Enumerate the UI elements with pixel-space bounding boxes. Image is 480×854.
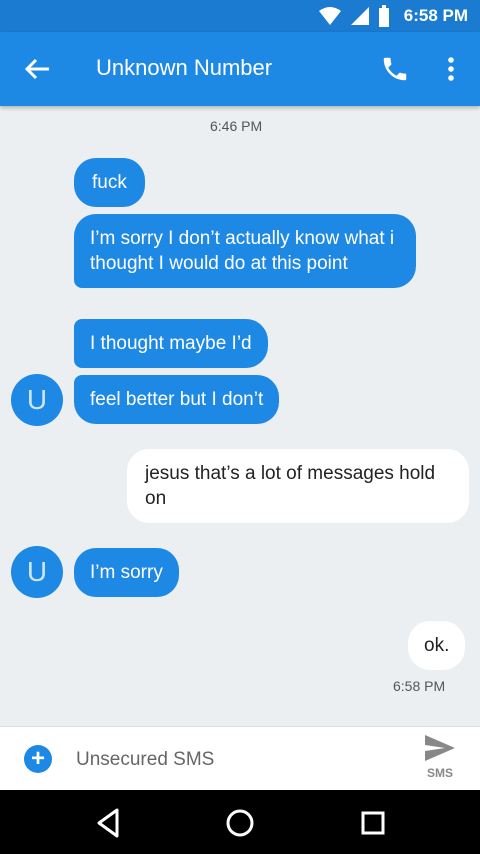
- contact-avatar[interactable]: U: [11, 546, 63, 598]
- avatar-letter: U: [26, 384, 48, 415]
- message-bubble-outgoing[interactable]: jesus that’s a lot of messages hold on: [127, 449, 469, 523]
- signal-icon: [350, 7, 369, 25]
- message-bubble-outgoing[interactable]: ok.: [408, 621, 466, 670]
- conversation-title: Unknown Number: [96, 55, 273, 80]
- battery-icon: [378, 5, 389, 27]
- send-button[interactable]: SMS: [414, 733, 466, 787]
- message-bubble-incoming[interactable]: I’m sorry: [74, 548, 179, 597]
- message-bubble-incoming[interactable]: feel better but I don’t: [74, 375, 280, 424]
- compose-bar: + SMS: [0, 726, 480, 791]
- app-bar: Unknown Number: [0, 32, 480, 106]
- send-icon: [425, 735, 455, 761]
- status-icons: 6:58 PM: [318, 0, 468, 32]
- message-timestamp: 6:58 PM: [393, 678, 446, 694]
- avatar-letter: U: [26, 556, 48, 587]
- nav-back-icon[interactable]: [91, 806, 125, 840]
- back-arrow-icon[interactable]: [22, 54, 52, 84]
- nav-recents-icon[interactable]: [356, 806, 390, 840]
- send-label: SMS: [426, 766, 453, 780]
- wifi-icon: [318, 7, 341, 25]
- status-bar: 6:58 PM: [0, 0, 480, 32]
- message-bubble-incoming[interactable]: fuck: [74, 158, 145, 207]
- contact-avatar[interactable]: U: [11, 374, 63, 426]
- nav-home-icon[interactable]: [223, 806, 257, 840]
- message-timestamp: 6:46 PM: [210, 118, 263, 134]
- add-attachment-icon[interactable]: +: [24, 745, 52, 773]
- phone-icon[interactable]: [380, 54, 410, 84]
- message-bubble-incoming[interactable]: I’m sorry I don’t actually know what i t…: [74, 214, 416, 288]
- message-input[interactable]: [74, 743, 378, 777]
- system-nav-bar: [0, 790, 480, 854]
- more-options-icon[interactable]: [436, 54, 466, 84]
- message-bubble-incoming[interactable]: I thought maybe I’d: [74, 319, 268, 368]
- status-time: 6:58 PM: [403, 6, 468, 25]
